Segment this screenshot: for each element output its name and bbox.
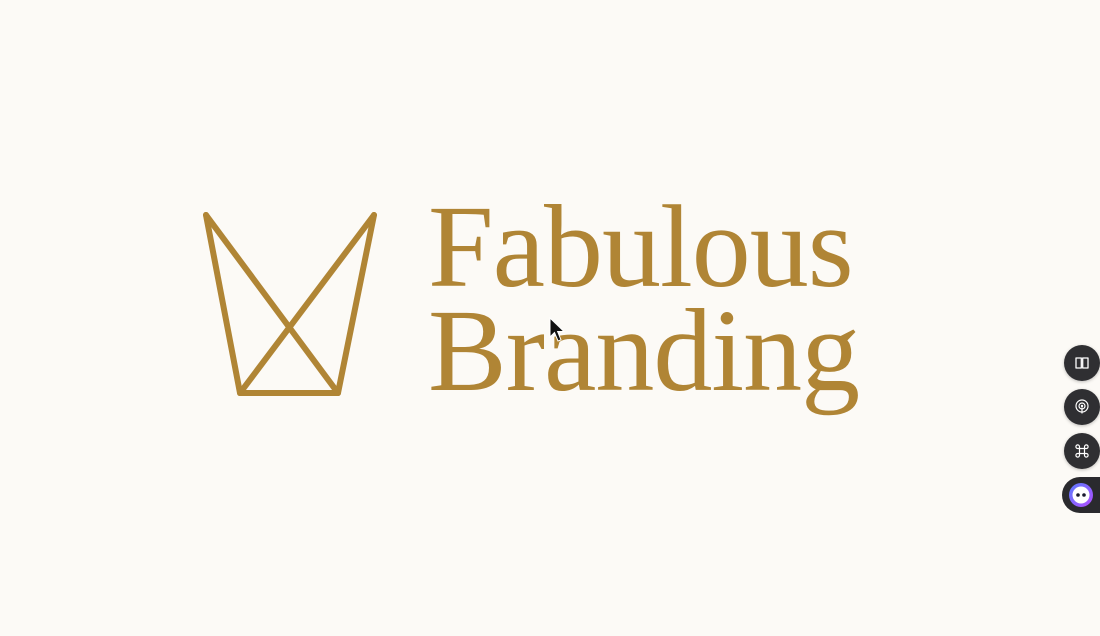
mouse-pointer-icon — [549, 317, 566, 342]
brand-wordmark: Fabulous Branding — [428, 188, 928, 438]
podcast-button[interactable] — [1064, 389, 1100, 425]
command-icon — [1075, 444, 1089, 458]
command-button[interactable] — [1064, 433, 1100, 469]
page: Fabulous Branding — [0, 0, 1100, 636]
book-icon — [1075, 357, 1089, 369]
assistant-face-icon — [1069, 483, 1093, 507]
podcast-icon — [1075, 399, 1089, 414]
crown-logo-icon — [203, 212, 377, 396]
reader-button[interactable] — [1064, 345, 1100, 381]
brand-name-line2: Branding — [428, 285, 860, 416]
assistant-button[interactable] — [1062, 477, 1100, 513]
